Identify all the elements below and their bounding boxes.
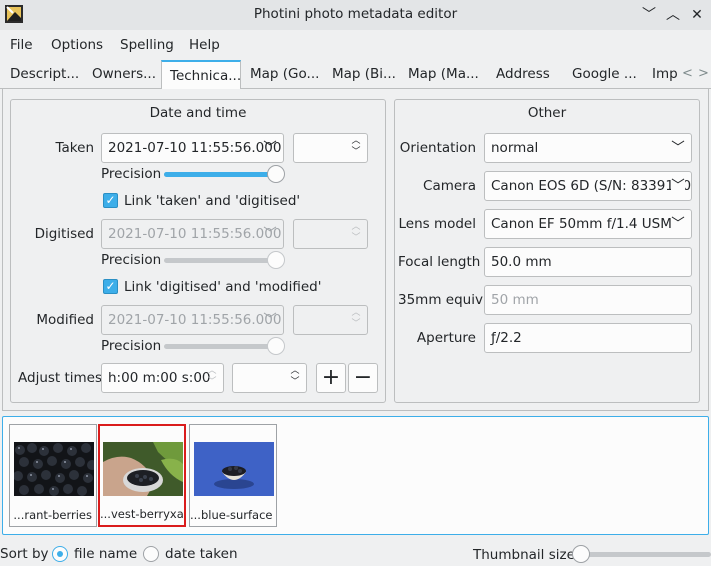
modified-timezone-spinbox[interactable]: ︿ ﹀ [293, 305, 368, 335]
sort-file-name-radio[interactable] [52, 546, 68, 562]
thumbnail-image [14, 442, 94, 496]
add-offset-button[interactable]: + [316, 363, 346, 393]
thumbnail-selected[interactable]: ...vest-berryxa [98, 424, 186, 527]
tab-map-google[interactable]: Map (Go... [242, 60, 320, 89]
chevron-down-icon: ﹀ [263, 226, 277, 242]
maximize-icon[interactable]: ︿ [663, 5, 683, 25]
chevron-down-icon: ﹀ [671, 216, 685, 232]
spin-arrows-icon: ︿ ﹀ [351, 308, 361, 329]
adjust-times-value: h:00 m:00 s:00 [108, 370, 211, 386]
link-taken-digitised-checkbox[interactable]: ✓ [103, 193, 118, 208]
focal-length-label: Focal length [398, 254, 481, 270]
thumbnail[interactable]: ...rant-berries [9, 424, 97, 527]
adjust-times-label: Adjust times [18, 370, 103, 386]
thumbnail-caption: ...vest-berryxa [100, 507, 184, 521]
menu-help[interactable]: Help [189, 37, 220, 53]
sort-file-name-label: file name [74, 546, 138, 562]
modified-label: Modified [36, 312, 94, 328]
lens-model-value: Canon EF 50mm f/1.4 USM [491, 216, 672, 232]
tab-map-bing[interactable]: Map (Bi... [324, 60, 396, 89]
lens-model-combo[interactable]: Canon EF 50mm f/1.4 USM ﹀ [484, 209, 692, 239]
orientation-label: Orientation [399, 140, 476, 156]
tab-technical[interactable]: Technica... [161, 60, 241, 90]
sort-by-label: Sort by [0, 546, 49, 562]
modified-datetime-combo[interactable]: 2021-07-10 11:55:56.000 ﹀ [101, 305, 284, 335]
digitised-label: Digitised [34, 226, 94, 242]
tab-scroll-right-icon[interactable]: > [698, 66, 709, 81]
window-title: Photini photo metadata editor [253, 6, 458, 22]
minimize-icon[interactable]: ﹀ [639, 5, 659, 25]
spin-arrows-icon: ︿ ﹀ [351, 222, 361, 243]
digitised-datetime-combo[interactable]: 2021-07-10 11:55:56.000 ﹀ [101, 219, 284, 249]
tab-map-mapbox[interactable]: Map (Ma... [400, 60, 478, 89]
spin-arrows-icon[interactable]: ︿ ﹀ [205, 366, 219, 388]
link-digitised-modified-checkbox[interactable]: ✓ [103, 279, 118, 294]
tab-address[interactable]: Address [488, 60, 554, 89]
orientation-combo[interactable]: normal ﹀ [484, 133, 692, 163]
taken-label: Taken [55, 140, 94, 156]
digitised-precision-label: Precision [101, 252, 162, 268]
taken-timezone-spinbox[interactable]: ︿ ﹀ [293, 133, 368, 163]
taken-precision-handle[interactable] [267, 165, 285, 183]
modified-datetime-value: 2021-07-10 11:55:56.000 [108, 312, 282, 328]
aperture-label: Aperture [416, 330, 476, 346]
tab-google-photos[interactable]: Google ... [564, 60, 638, 89]
sort-date-taken-radio[interactable] [143, 546, 159, 562]
taken-precision-slider[interactable] [164, 172, 284, 177]
other-title: Other [527, 105, 567, 121]
modified-precision-slider[interactable] [164, 344, 284, 349]
link-taken-digitised-label: Link 'taken' and 'digitised' [124, 193, 301, 209]
menu-file[interactable]: File [10, 37, 33, 53]
taken-datetime-combo[interactable]: 2021-07-10 11:55:56.000 ﹀ [101, 133, 284, 163]
menu-spelling[interactable]: Spelling [120, 37, 174, 53]
thumbnail-size-label: Thumbnail size [473, 547, 575, 563]
date-time-title: Date and time [149, 105, 247, 121]
camera-value: Canon EOS 6D (S/N: 83391500 [491, 178, 692, 194]
subtract-offset-button[interactable]: − [348, 363, 378, 393]
tab-descriptive[interactable]: Descript... [2, 60, 80, 89]
link-digitised-modified-label: Link 'digitised' and 'modified' [124, 279, 322, 295]
adjust-timezone-spinbox[interactable]: ︿ ﹀ [232, 363, 307, 393]
chevron-down-icon: ﹀ [263, 312, 277, 328]
adjust-times-spinbox[interactable]: h:00 m:00 s:00 ︿ ﹀ [101, 363, 224, 393]
digitised-precision-slider[interactable] [164, 258, 284, 263]
lens-model-label: Lens model [398, 216, 476, 232]
tab-ownership[interactable]: Owners... [84, 60, 160, 89]
orientation-value: normal [491, 140, 539, 156]
taken-precision-fill [164, 172, 284, 177]
modified-precision-handle[interactable] [267, 337, 285, 355]
tab-scroll-left-icon[interactable]: < [682, 66, 693, 81]
thumbnail-caption: ...blue-surface [190, 508, 273, 522]
chevron-down-icon: ﹀ [671, 172, 685, 200]
modified-precision-label: Precision [101, 338, 162, 354]
thumbnail-image [194, 442, 274, 496]
thumbnail-size-handle[interactable] [572, 545, 590, 563]
menu-bar [0, 32, 711, 58]
taken-precision-label: Precision [101, 166, 162, 182]
spin-arrows-icon[interactable]: ︿ ﹀ [288, 366, 302, 388]
sort-date-taken-label: date taken [165, 546, 238, 562]
close-icon[interactable]: ✕ [687, 5, 707, 25]
chevron-down-icon: ﹀ [671, 140, 685, 156]
menu-options[interactable]: Options [51, 37, 103, 53]
thumbnail-size-slider[interactable] [580, 552, 711, 557]
spin-arrows-icon[interactable]: ︿ ﹀ [349, 136, 363, 158]
digitised-datetime-value: 2021-07-10 11:55:56.000 [108, 226, 282, 242]
taken-datetime-value: 2021-07-10 11:55:56.000 [108, 140, 282, 156]
equiv-35mm-field[interactable]: 50 mm [484, 285, 692, 315]
tab-import[interactable]: Impo [644, 60, 678, 89]
camera-label: Camera [423, 178, 476, 194]
digitised-timezone-spinbox[interactable]: ︿ ﹀ [293, 219, 368, 249]
thumbnail[interactable]: ...blue-surface [189, 424, 277, 527]
aperture-field[interactable]: ƒ/2.2 [484, 323, 692, 353]
camera-combo[interactable]: Canon EOS 6D (S/N: 83391500 ﹀ [484, 171, 692, 201]
thumbnail-image [103, 442, 183, 496]
focal-length-field[interactable]: 50.0 mm [484, 247, 692, 277]
digitised-precision-handle[interactable] [267, 251, 285, 269]
equiv-35mm-label: 35mm equiv [398, 292, 483, 308]
chevron-down-icon: ﹀ [263, 140, 277, 156]
thumbnail-caption: ...rant-berries [13, 508, 92, 522]
